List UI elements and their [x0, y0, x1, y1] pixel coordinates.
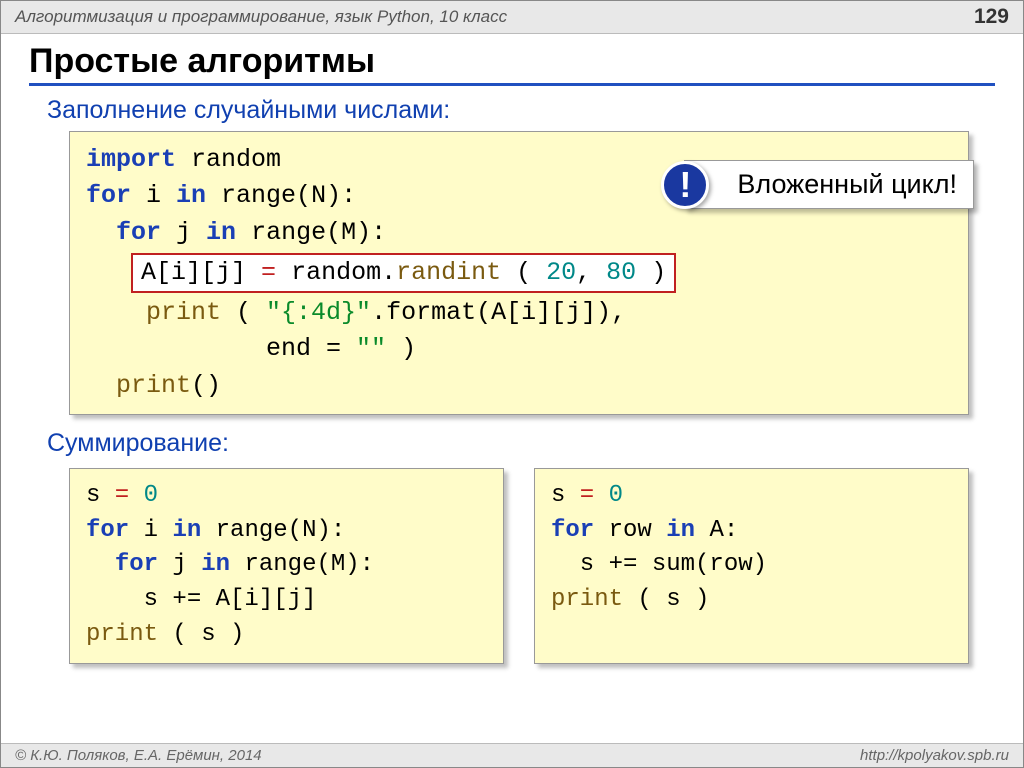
code-block-sum-rows: s = 0 for row in A: s += sum(row) print …	[534, 468, 969, 664]
footer-url: http://kpolyakov.spb.ru	[860, 747, 1009, 764]
breadcrumb: Алгоритмизация и программирование, язык …	[15, 7, 507, 27]
kw-for: for	[116, 218, 161, 247]
fn-print: print	[146, 298, 221, 327]
copyright: © К.Ю. Поляков, Е.А. Ерёмин, 2014	[15, 747, 262, 764]
kw-import: import	[86, 145, 176, 174]
slide-header: Алгоритмизация и программирование, язык …	[1, 1, 1023, 34]
kw-for: for	[86, 181, 131, 210]
page-title: Простые алгоритмы	[29, 42, 995, 86]
slide-footer: © К.Ю. Поляков, Е.А. Ерёмин, 2014 http:/…	[1, 743, 1023, 767]
page-number: 129	[974, 5, 1009, 29]
code-block-fill: import random for i in range(N): for j i…	[69, 131, 969, 415]
callout-text: Вложенный цикл!	[737, 169, 957, 199]
slide-content: Простые алгоритмы Заполнение случайными …	[1, 34, 1023, 668]
fn-print: print	[116, 371, 191, 400]
highlighted-assignment: A[i][j] = random.randint ( 20, 80 )	[131, 253, 676, 293]
callout-nested-loop: ! Вложенный цикл!	[684, 160, 974, 209]
code-block-sum-nested: s = 0 for i in range(N): for j in range(…	[69, 468, 504, 664]
section-sum-label: Суммирование:	[47, 429, 995, 458]
code-row: s = 0 for i in range(N): for j in range(…	[69, 464, 969, 668]
exclamation-icon: !	[661, 161, 709, 209]
section-fill-label: Заполнение случайными числами:	[47, 96, 995, 125]
